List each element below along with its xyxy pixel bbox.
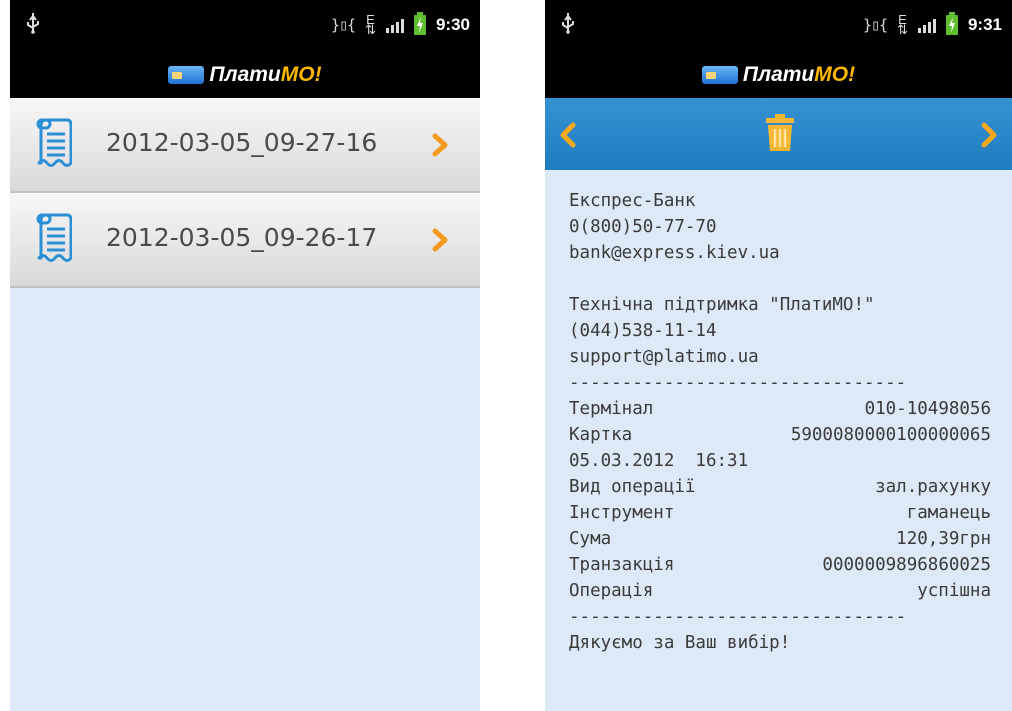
- status-bar: }▯{ E ⇅ 9:30: [10, 0, 480, 52]
- row-label: Інструмент: [569, 503, 675, 523]
- signal-icon: [385, 17, 404, 33]
- bank-phone: 0(800)50-77-70: [569, 217, 717, 237]
- bank-email: bank@express.kiev.ua: [569, 243, 780, 263]
- receipt-row: Інструмент гаманець: [569, 500, 991, 526]
- receipt-row: Картка 5900080000100000065: [569, 422, 991, 448]
- separator: --------------------------------: [569, 373, 907, 393]
- status-time: 9:31: [967, 15, 1002, 34]
- separator: --------------------------------: [569, 607, 907, 627]
- receipt-icon: [36, 213, 73, 269]
- receipt-toolbar: [545, 98, 1012, 170]
- logo-text-part1: Плати: [742, 63, 815, 86]
- bank-name: Експрес-Банк: [569, 191, 696, 211]
- logo-text-part2: МО!: [280, 63, 322, 86]
- card-logo-icon: [701, 66, 738, 84]
- row-label: Сума: [569, 529, 612, 549]
- logo-text-part2: МО!: [814, 63, 856, 86]
- support-email: support@platimo.ua: [569, 347, 759, 367]
- receipts-list-screen: }▯{ E ⇅ 9:30 Плати МО! 2012-03-05_09-27-16…: [10, 0, 480, 711]
- row-value: зал.рахунку: [875, 477, 991, 497]
- battery-charging-icon: [413, 12, 426, 35]
- support-title: Технічна підтримка "ПлатиМО!": [569, 295, 875, 315]
- edge-data-icon: E ⇅: [365, 12, 376, 37]
- status-time: 9:30: [435, 15, 470, 34]
- status-bar: }▯{ E ⇅ 9:31: [545, 0, 1012, 52]
- row-value: 0000009896860025: [822, 555, 991, 575]
- card-logo-icon: [168, 66, 205, 84]
- chevron-right-icon: [432, 228, 448, 256]
- battery-charging-icon: [945, 12, 958, 35]
- row-value: 120,39грн: [896, 529, 991, 549]
- signal-icon: [917, 17, 936, 33]
- row-label: Термінал: [569, 399, 654, 419]
- row-label: Транзакція: [569, 555, 675, 575]
- support-phone: (044)538-11-14: [569, 321, 717, 341]
- receipt-row: Вид операції зал.рахунку: [569, 474, 991, 500]
- list-item[interactable]: 2012-03-05_09-27-16: [10, 98, 480, 193]
- receipts-list: 2012-03-05_09-27-16 2012-03-05_09-26-17: [10, 98, 480, 288]
- receipt-detail-screen: }▯{ E ⇅ 9:31 Плати МО! Експрес-Банк 0(800)…: [545, 0, 1012, 711]
- edge-data-icon: E ⇅: [897, 12, 908, 37]
- receipt-text: Експрес-Банк 0(800)50-77-70 bank@express…: [569, 188, 991, 656]
- row-value: 5900080000100000065: [790, 425, 991, 445]
- row-value: 010-10498056: [864, 399, 991, 419]
- receipt-datetime: 05.03.2012 16:31: [569, 451, 749, 471]
- usb-icon: [561, 12, 575, 38]
- receipt-icon: [36, 118, 73, 174]
- receipt-row: Операція успішна: [569, 578, 991, 604]
- row-label: Операція: [569, 581, 654, 601]
- vibrate-icon: }▯{: [330, 16, 356, 34]
- chevron-left-icon[interactable]: [559, 122, 577, 152]
- chevron-right-icon: [432, 133, 448, 161]
- usb-icon: [26, 12, 40, 38]
- receipt-row: Термінал 010-10498056: [569, 396, 991, 422]
- app-title-bar: Плати МО!: [10, 52, 480, 98]
- chevron-right-icon[interactable]: [980, 122, 998, 152]
- receipt-row: Транзакція 0000009896860025: [569, 552, 991, 578]
- app-title-bar: Плати МО!: [545, 52, 1012, 98]
- trash-icon[interactable]: [765, 114, 795, 156]
- receipt-row: Сума 120,39грн: [569, 526, 991, 552]
- receipt-filename: 2012-03-05_09-26-17: [106, 223, 378, 252]
- row-value: успішна: [917, 581, 991, 601]
- list-item[interactable]: 2012-03-05_09-26-17: [10, 193, 480, 288]
- row-label: Картка: [569, 425, 633, 445]
- logo-text-part1: Плати: [209, 63, 281, 86]
- row-value: гаманець: [906, 503, 991, 523]
- thanks-message: Дякуємо за Ваш вибір!: [569, 633, 791, 653]
- receipt-filename: 2012-03-05_09-27-16: [106, 128, 378, 157]
- row-label: Вид операції: [569, 477, 696, 497]
- vibrate-icon: }▯{: [862, 16, 888, 34]
